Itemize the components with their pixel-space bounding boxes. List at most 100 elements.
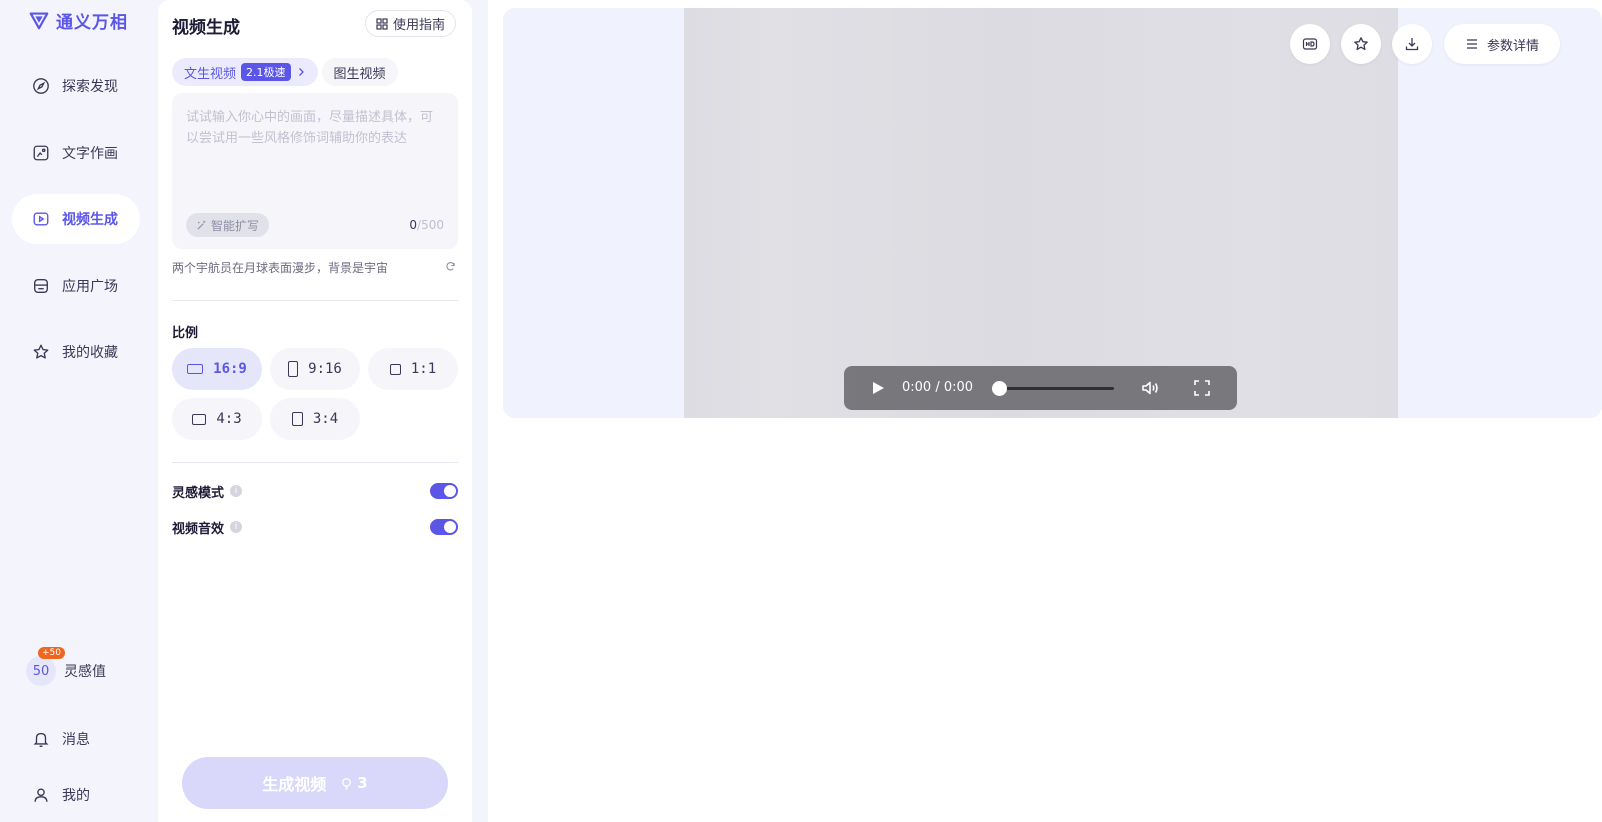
prompt-input[interactable] bbox=[172, 93, 458, 203]
ratio-1-1[interactable]: 1:1 bbox=[368, 348, 458, 390]
seek-handle[interactable] bbox=[992, 381, 1007, 396]
grid-icon bbox=[376, 17, 388, 30]
video-play-icon bbox=[33, 212, 49, 226]
download-icon bbox=[1405, 38, 1419, 51]
ratio-16-9[interactable]: 16:9 bbox=[172, 348, 262, 390]
parameter-details-label: 参数详情 bbox=[1486, 38, 1539, 54]
char-max: /500 bbox=[417, 218, 444, 232]
time-display: 0:00 / 0:00 bbox=[902, 380, 973, 395]
divider bbox=[172, 462, 458, 463]
generate-cost-value: 3 bbox=[357, 774, 368, 792]
landscape-icon bbox=[187, 364, 204, 374]
nav-item-label: 视频生成 bbox=[62, 212, 118, 228]
play-icon[interactable] bbox=[872, 381, 885, 395]
portrait-icon bbox=[288, 361, 299, 377]
ratio-3-4[interactable]: 3:4 bbox=[270, 398, 360, 440]
prompt-box: 智能扩写 0/500 bbox=[172, 93, 458, 249]
video-player[interactable]: 0:00 / 0:00 bbox=[684, 8, 1398, 418]
generate-cost: 3 bbox=[340, 774, 368, 792]
preview-stage: 0:00 / 0:00 参数详情 bbox=[503, 8, 1602, 418]
app-logo[interactable]: 通义万相 bbox=[28, 6, 128, 34]
inspiration-mode-switch[interactable] bbox=[430, 483, 458, 499]
ratio-label-text: 1:1 bbox=[410, 361, 437, 377]
parameter-details-button[interactable]: 参数详情 bbox=[1444, 24, 1560, 64]
compass-icon bbox=[33, 78, 49, 94]
volume-icon[interactable] bbox=[1140, 378, 1160, 398]
tab-label: 图生视频 bbox=[333, 66, 386, 82]
generate-video-button[interactable]: 生成视频 3 bbox=[182, 757, 448, 809]
bell-icon bbox=[33, 732, 49, 748]
nav-item-label: 我的 bbox=[62, 788, 90, 804]
ratio-label-text: 9:16 bbox=[308, 361, 342, 377]
toggle-video-sound: 视频音效 i bbox=[172, 517, 458, 537]
toggle-label: 灵感模式 bbox=[172, 485, 225, 501]
seek-bar[interactable] bbox=[998, 387, 1114, 390]
tab-text-to-video[interactable]: 文生视频 2.1极速 bbox=[172, 58, 318, 86]
panel-title: 视频生成 bbox=[172, 18, 240, 38]
logo-text: 通义万相 bbox=[56, 12, 128, 33]
ratio-4-3[interactable]: 4:3 bbox=[172, 398, 262, 440]
ratio-9-16[interactable]: 9:16 bbox=[270, 348, 360, 390]
fullscreen-icon[interactable] bbox=[1192, 378, 1212, 398]
landscape-icon bbox=[192, 413, 207, 425]
nav-item-app-store[interactable]: 应用广场 bbox=[12, 261, 140, 311]
hd-button[interactable] bbox=[1290, 24, 1330, 64]
store-icon bbox=[34, 279, 48, 293]
portrait-icon bbox=[291, 412, 303, 426]
ratio-label-text: 4:3 bbox=[216, 411, 242, 427]
inspiration-points[interactable]: 50 +50 灵感值 bbox=[26, 647, 106, 686]
video-controls: 0:00 / 0:00 bbox=[844, 366, 1237, 410]
prompt-suggestion[interactable]: 两个宇航员在月球表面漫步，背景是宇宙 bbox=[172, 259, 388, 276]
char-counter: 0/500 bbox=[409, 218, 444, 232]
mode-tabs: 文生视频 2.1极速 图生视频 bbox=[172, 58, 398, 86]
points-circle: 50 +50 bbox=[26, 647, 65, 686]
ratio-label-text: 16:9 bbox=[213, 361, 247, 377]
info-icon[interactable]: i bbox=[230, 521, 243, 533]
nav-item-label: 消息 bbox=[62, 732, 90, 748]
star-icon bbox=[1354, 37, 1368, 51]
ratio-label-text: 3:4 bbox=[312, 411, 339, 427]
points-badge: +50 bbox=[38, 647, 65, 659]
download-button[interactable] bbox=[1392, 24, 1432, 64]
toggle-label: 视频音效 bbox=[172, 521, 225, 537]
hd-icon bbox=[1302, 38, 1318, 50]
nav-item-video-generation[interactable]: 视频生成 bbox=[12, 194, 140, 244]
logo-icon bbox=[29, 12, 49, 30]
video-settings-panel: 视频生成 使用指南 文生视频 2.1极速 图生视频 智能扩写 0/500 bbox=[158, 0, 472, 822]
points-label: 灵感值 bbox=[64, 664, 106, 680]
left-nav: 通义万相 探索发现 文字作画 视频生成 应用广场 我的收藏 50 +50 灵感值… bbox=[0, 0, 156, 822]
nav-item-messages[interactable]: 消息 bbox=[12, 714, 140, 764]
usage-guide-label: 使用指南 bbox=[392, 18, 445, 33]
speed-badge: 2.1极速 bbox=[241, 63, 291, 81]
menu-list-icon bbox=[1466, 39, 1477, 49]
chevron-right-icon bbox=[298, 68, 304, 76]
tab-label: 文生视频 bbox=[184, 66, 237, 82]
nav-item-profile[interactable]: 我的 bbox=[12, 770, 140, 820]
favorite-button[interactable] bbox=[1341, 24, 1381, 64]
video-sound-switch[interactable] bbox=[430, 519, 458, 535]
nav-item-explore[interactable]: 探索发现 bbox=[12, 61, 140, 111]
duration: 0:00 bbox=[943, 380, 974, 395]
divider bbox=[172, 300, 458, 301]
current-time: 0:00 bbox=[902, 380, 932, 395]
refresh-icon[interactable] bbox=[445, 261, 456, 272]
square-icon bbox=[389, 363, 401, 375]
main-preview-area: 0:00 / 0:00 参数详情 bbox=[488, 0, 1602, 822]
nav-item-text-to-image[interactable]: 文字作画 bbox=[12, 128, 140, 178]
smart-expand-label: 智能扩写 bbox=[211, 218, 260, 233]
char-count: 0 bbox=[409, 218, 418, 232]
nav-item-favorites[interactable]: 我的收藏 bbox=[12, 327, 140, 377]
toggle-inspiration-mode: 灵感模式 i bbox=[172, 481, 458, 501]
nav-item-label: 我的收藏 bbox=[62, 345, 118, 361]
info-icon[interactable]: i bbox=[230, 485, 243, 497]
usage-guide-button[interactable]: 使用指南 bbox=[364, 10, 456, 37]
tab-image-to-video[interactable]: 图生视频 bbox=[321, 58, 398, 86]
star-icon bbox=[33, 344, 49, 359]
smart-expand-button[interactable]: 智能扩写 bbox=[186, 213, 270, 237]
ratio-label: 比例 bbox=[172, 326, 199, 341]
generate-label: 生成视频 bbox=[262, 775, 327, 794]
inspiration-bulb-icon bbox=[342, 777, 352, 790]
nav-item-label: 应用广场 bbox=[62, 279, 118, 295]
image-edit-icon bbox=[33, 145, 49, 161]
points-value: 50 bbox=[32, 663, 50, 679]
